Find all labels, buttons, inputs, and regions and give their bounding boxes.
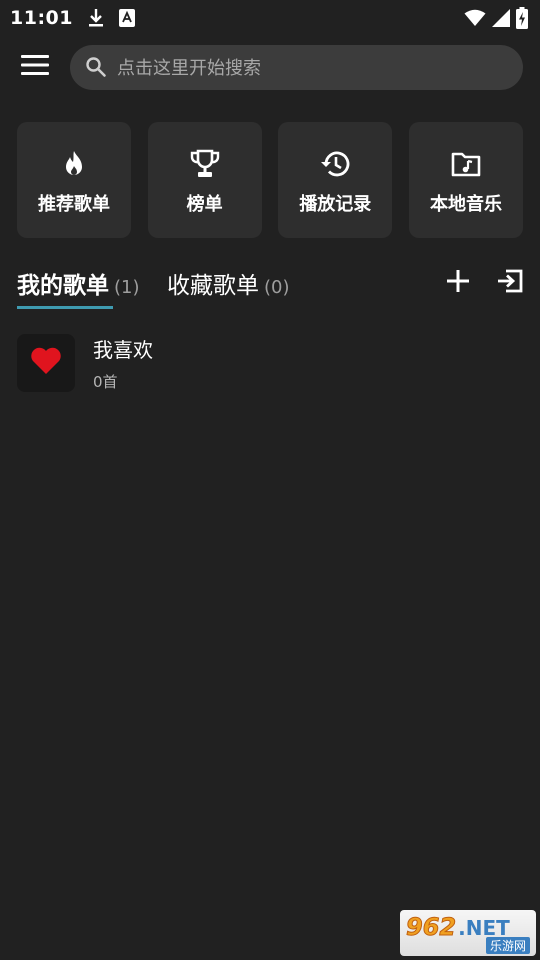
watermark-number: 962 [405, 912, 457, 941]
tab-count: (0) [264, 277, 290, 298]
playlist-cover [17, 334, 75, 392]
tab-label: 收藏歌单 [167, 273, 259, 299]
tab-label: 我的歌单 [17, 273, 109, 299]
add-playlist-button[interactable] [441, 266, 475, 300]
top-bar: 点击这里开始搜索 [0, 44, 540, 90]
fire-icon [58, 148, 90, 180]
hamburger-menu-icon [21, 54, 49, 80]
active-tab-indicator [17, 306, 113, 309]
signal-icon [492, 9, 510, 27]
watermark-net: .NET [458, 915, 510, 940]
search-input[interactable]: 点击这里开始搜索 [70, 44, 523, 90]
battery-charging-icon [516, 7, 528, 29]
playlist-song-count: 0首 [93, 373, 118, 391]
import-playlist-button[interactable] [493, 266, 527, 300]
quick-action-label: 本地音乐 [429, 194, 502, 215]
playlist-text: 我喜欢 0首 [93, 334, 153, 392]
play-history-button[interactable]: 播放记录 [278, 122, 393, 238]
local-music-button[interactable]: 本地音乐 [408, 122, 523, 238]
playlist-tabs: 我的歌单 (1) 收藏歌单 (0) [17, 266, 527, 312]
a-keyboard-icon [118, 9, 135, 27]
tab-actions [441, 266, 527, 300]
heart-icon [30, 347, 62, 379]
tab-count: (1) [114, 277, 140, 298]
trophy-icon [189, 148, 221, 180]
status-left: 11:01 [10, 7, 135, 29]
download-icon [87, 7, 105, 29]
playlist-item[interactable]: 我喜欢 0首 [17, 333, 523, 393]
import-icon [496, 268, 524, 298]
search-placeholder: 点击这里开始搜索 [117, 58, 261, 79]
status-time: 11:01 [10, 7, 73, 29]
status-bar: 11:01 [0, 0, 540, 36]
app-screen: 11:01 点击这里开始搜索 推荐歌单 榜单 播放记录 本地音乐 我的歌单 (1… [0, 0, 540, 960]
playlist-title: 我喜欢 [93, 338, 153, 362]
tab-favorite-playlists[interactable]: 收藏歌单 (0) [167, 266, 290, 300]
history-icon [319, 148, 351, 180]
quick-action-label: 播放记录 [299, 194, 372, 215]
quick-actions: 推荐歌单 榜单 播放记录 本地音乐 [17, 122, 523, 238]
watermark-subtitle: 乐游网 [485, 936, 530, 954]
quick-action-label: 榜单 [186, 194, 223, 215]
recommended-playlists-button[interactable]: 推荐歌单 [17, 122, 131, 238]
site-watermark: 962 .NET 乐游网 [400, 910, 536, 956]
wifi-icon [464, 9, 486, 27]
music-folder-icon [450, 148, 482, 180]
search-icon [85, 56, 107, 78]
add-icon [446, 269, 470, 297]
charts-button[interactable]: 榜单 [147, 122, 262, 238]
tab-my-playlists[interactable]: 我的歌单 (1) [17, 266, 140, 300]
status-right [464, 7, 528, 29]
menu-button[interactable] [0, 44, 70, 90]
quick-action-label: 推荐歌单 [38, 194, 110, 215]
